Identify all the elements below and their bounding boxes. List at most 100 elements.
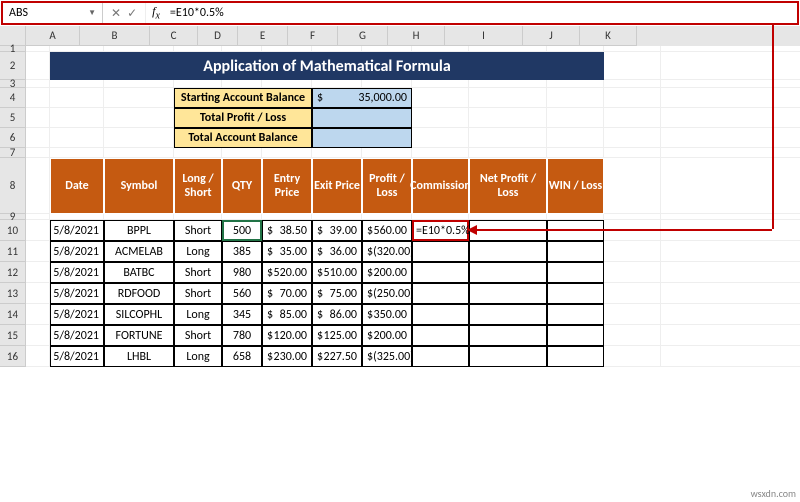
cell-date[interactable]: 5/8/2021	[50, 220, 104, 241]
cell-entry-price[interactable]: $520.00	[262, 262, 312, 283]
cell-commission[interactable]	[412, 325, 469, 346]
cell-win-loss[interactable]	[547, 262, 604, 283]
cell-profit-loss[interactable]: $350.00	[362, 304, 412, 325]
col-header[interactable]: C	[150, 26, 198, 46]
col-header[interactable]: I	[445, 26, 523, 46]
cell-exit-price[interactable]: $36.00	[312, 241, 362, 262]
cell-symbol[interactable]: BPPL	[104, 220, 174, 241]
chevron-down-icon[interactable]: ▼	[88, 8, 96, 18]
col-header[interactable]: K	[580, 26, 637, 46]
cell-longshort[interactable]: Long	[174, 304, 222, 325]
row-header[interactable]: 5	[0, 108, 26, 128]
col-header[interactable]: B	[80, 26, 150, 46]
col-header[interactable]: H	[388, 26, 445, 46]
cell-entry-price[interactable]: $38.50	[262, 220, 312, 241]
row-header[interactable]: 10	[0, 220, 26, 241]
cell-net-pl[interactable]	[469, 325, 547, 346]
cell-symbol[interactable]: SILCOPHL	[104, 304, 174, 325]
cell-entry-price[interactable]: $35.00	[262, 241, 312, 262]
col-header[interactable]: E	[238, 26, 288, 46]
row-header[interactable]: 3	[0, 80, 26, 88]
row-header[interactable]: 13	[0, 283, 26, 304]
sheet-area[interactable]: Application of Mathematical FormulaStart…	[26, 46, 800, 367]
cell-date[interactable]: 5/8/2021	[50, 346, 104, 367]
cell-exit-price[interactable]: $86.00	[312, 304, 362, 325]
cell-commission[interactable]	[412, 262, 469, 283]
cell-symbol[interactable]: LHBL	[104, 346, 174, 367]
cell-qty[interactable]: 980	[222, 262, 262, 283]
cell-qty[interactable]: 345	[222, 304, 262, 325]
cell-win-loss[interactable]	[547, 304, 604, 325]
cell-net-pl[interactable]	[469, 346, 547, 367]
cell-net-pl[interactable]	[469, 262, 547, 283]
cell-longshort[interactable]: Long	[174, 241, 222, 262]
row-header[interactable]: 2	[0, 52, 26, 80]
row-header[interactable]: 4	[0, 88, 26, 108]
editing-cell[interactable]: =E10*0.5%	[412, 220, 469, 241]
row-header[interactable]: 14	[0, 304, 26, 325]
cell-date[interactable]: 5/8/2021	[50, 241, 104, 262]
cell-profit-loss[interactable]: $(325.00)	[362, 346, 412, 367]
cell-entry-price[interactable]: $85.00	[262, 304, 312, 325]
cell-date[interactable]: 5/8/2021	[50, 262, 104, 283]
cell-commission[interactable]	[412, 346, 469, 367]
cell-profit-loss[interactable]: $(320.00)	[362, 241, 412, 262]
row-header[interactable]: 7	[0, 148, 26, 158]
cell-exit-price[interactable]: $510.00	[312, 262, 362, 283]
cell-commission[interactable]	[412, 304, 469, 325]
row-header[interactable]: 6	[0, 128, 26, 148]
active-cell[interactable]: 500	[222, 220, 262, 241]
row-header[interactable]: 11	[0, 241, 26, 262]
cell-win-loss[interactable]	[547, 283, 604, 304]
cell-exit-price[interactable]: $227.50	[312, 346, 362, 367]
cell-entry-price[interactable]: $70.00	[262, 283, 312, 304]
cancel-icon[interactable]: ✕	[111, 6, 121, 21]
cell-qty[interactable]: 385	[222, 241, 262, 262]
cell-profit-loss[interactable]: $(250.00)	[362, 283, 412, 304]
cell-win-loss[interactable]	[547, 346, 604, 367]
cell-longshort[interactable]: Short	[174, 325, 222, 346]
cell-date[interactable]: 5/8/2021	[50, 283, 104, 304]
cell-exit-price[interactable]: $75.00	[312, 283, 362, 304]
cell-net-pl[interactable]	[469, 304, 547, 325]
cell-profit-loss[interactable]: $200.00	[362, 262, 412, 283]
cell-symbol[interactable]: BATBC	[104, 262, 174, 283]
cell-longshort[interactable]: Long	[174, 346, 222, 367]
formula-input[interactable]: =E10*0.5%	[166, 6, 797, 20]
col-header[interactable]: A	[26, 26, 80, 46]
cell-qty[interactable]: 560	[222, 283, 262, 304]
row-header[interactable]: 16	[0, 346, 26, 367]
row-header[interactable]: 8	[0, 158, 26, 214]
cell-longshort[interactable]: Short	[174, 220, 222, 241]
cell-commission[interactable]	[412, 283, 469, 304]
cell-profit-loss[interactable]: $560.00	[362, 220, 412, 241]
cell-exit-price[interactable]: $39.00	[312, 220, 362, 241]
cell-entry-price[interactable]: $120.00	[262, 325, 312, 346]
row-header[interactable]: 12	[0, 262, 26, 283]
cell-profit-loss[interactable]: $200.00	[362, 325, 412, 346]
cell-win-loss[interactable]	[547, 325, 604, 346]
cell-qty[interactable]: 658	[222, 346, 262, 367]
cell-qty[interactable]: 780	[222, 325, 262, 346]
name-box[interactable]: ABS ▼	[3, 3, 103, 23]
accept-icon[interactable]: ✓	[127, 6, 137, 21]
cell-symbol[interactable]: ACMELAB	[104, 241, 174, 262]
cell-date[interactable]: 5/8/2021	[50, 325, 104, 346]
row-header[interactable]: 15	[0, 325, 26, 346]
fx-icon[interactable]: fx	[146, 4, 166, 21]
col-header[interactable]: F	[288, 26, 338, 46]
col-header[interactable]: D	[198, 26, 238, 46]
cell-date[interactable]: 5/8/2021	[50, 304, 104, 325]
col-header[interactable]: J	[523, 26, 580, 46]
cell-net-pl[interactable]	[469, 283, 547, 304]
cell-commission[interactable]	[412, 241, 469, 262]
cell-entry-price[interactable]: $230.00	[262, 346, 312, 367]
cell-win-loss[interactable]	[547, 241, 604, 262]
cell-symbol[interactable]: RDFOOD	[104, 283, 174, 304]
cell-exit-price[interactable]: $125.00	[312, 325, 362, 346]
cell-symbol[interactable]: FORTUNE	[104, 325, 174, 346]
col-header[interactable]: G	[338, 26, 388, 46]
cell-longshort[interactable]: Short	[174, 283, 222, 304]
cell-longshort[interactable]: Short	[174, 262, 222, 283]
cell-net-pl[interactable]	[469, 241, 547, 262]
